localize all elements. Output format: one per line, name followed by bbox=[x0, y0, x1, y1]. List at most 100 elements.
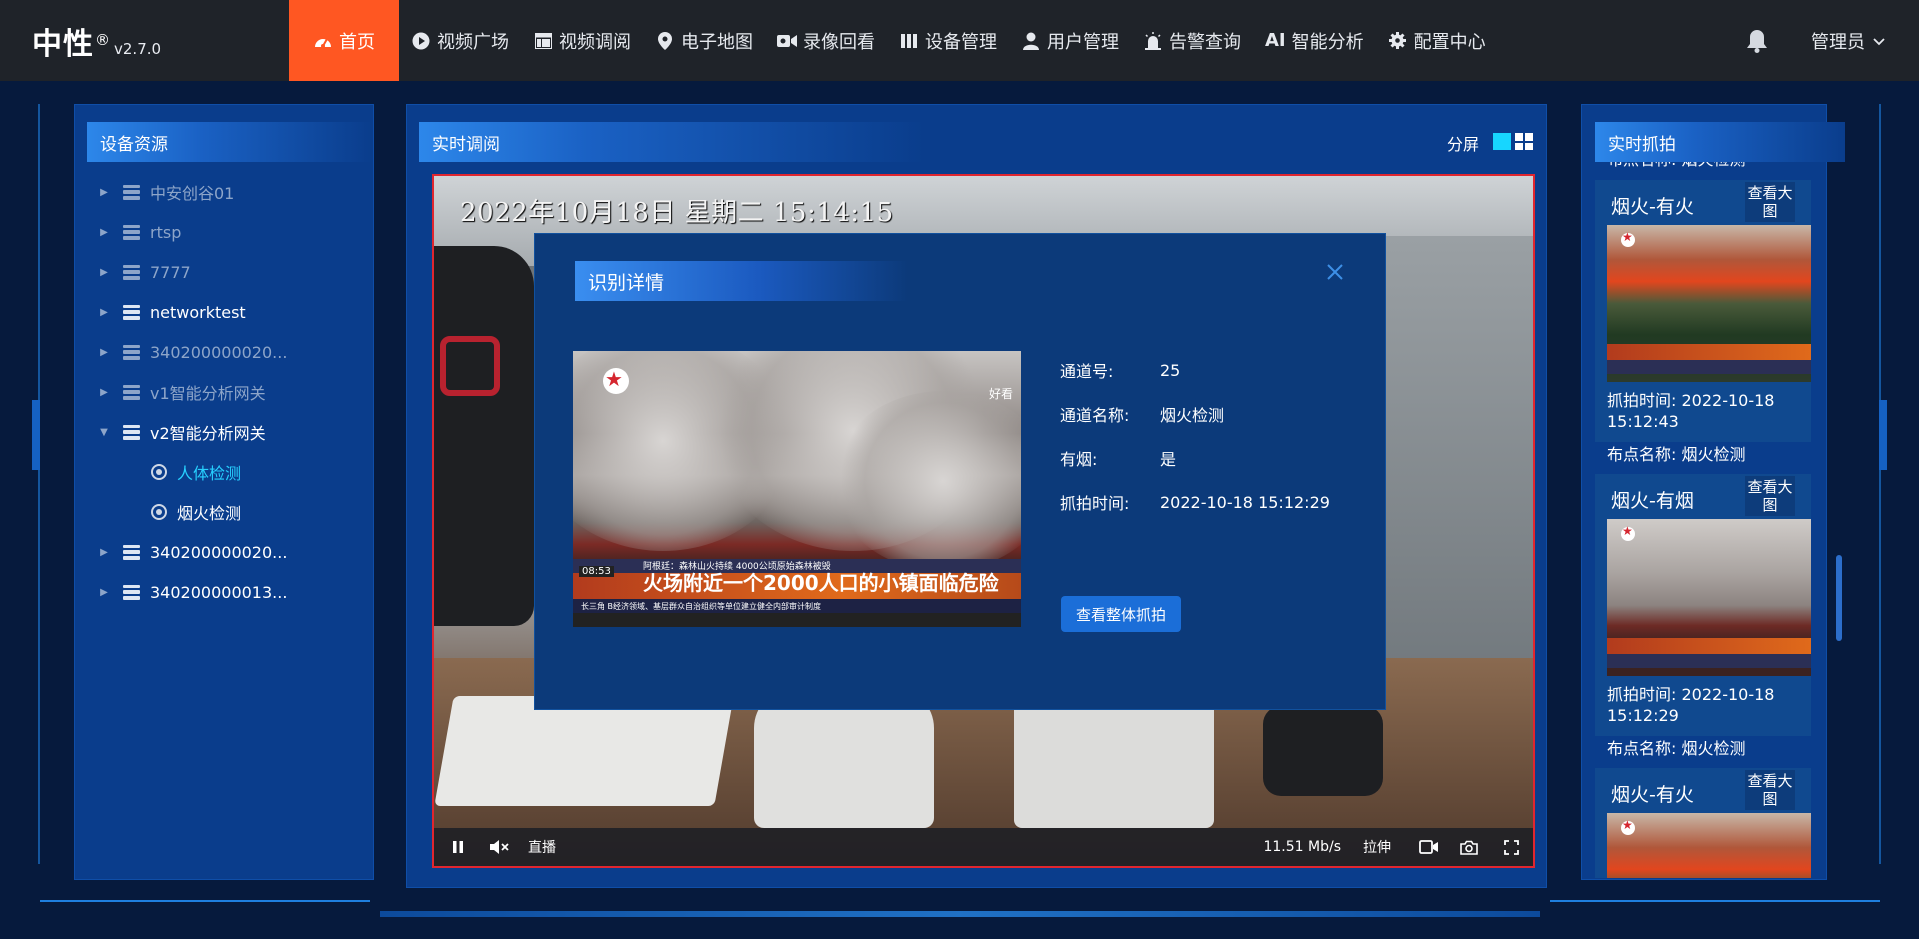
video-scene-camera bbox=[754, 688, 934, 828]
news-time: 08:53 bbox=[579, 566, 614, 577]
nav-label: 设备管理 bbox=[925, 31, 997, 53]
nav-item-ai-analysis[interactable]: AI 智能分析 bbox=[1253, 0, 1376, 81]
tree-channel-human-detect[interactable]: 人体检测 bbox=[97, 452, 367, 492]
pause-button[interactable] bbox=[434, 828, 482, 866]
nav-item-playback[interactable]: 录像回看 bbox=[765, 0, 887, 81]
close-button[interactable] bbox=[1321, 258, 1349, 286]
tree-node[interactable]: ▶ 7777 bbox=[97, 252, 367, 292]
server-icon bbox=[123, 424, 140, 440]
server-icon bbox=[123, 584, 140, 600]
caret-right-icon: ▶ bbox=[100, 186, 108, 198]
device-icon bbox=[899, 31, 919, 51]
panel-title: 设备资源 bbox=[100, 134, 168, 155]
capture-time: 抓拍时间: 2022-10-18 15:12:43 bbox=[1607, 390, 1807, 432]
nav-item-device-mgmt[interactable]: 设备管理 bbox=[887, 0, 1009, 81]
nav-item-alarm-query[interactable]: 告警查询 bbox=[1131, 0, 1253, 81]
top-navigation-bar: 中性 ® v2.7.0 首页 视频广场 视频调阅 电子地图 录像回看 设备管理 … bbox=[0, 0, 1919, 81]
nav-item-config[interactable]: 配置中心 bbox=[1376, 0, 1498, 81]
server-icon bbox=[123, 384, 140, 400]
watermark-text: 好看 bbox=[988, 387, 1013, 401]
capture-thumbnail[interactable] bbox=[1607, 519, 1811, 676]
table-icon bbox=[533, 31, 553, 51]
nav-label: 用户管理 bbox=[1047, 31, 1119, 53]
field-label: 有烟: bbox=[1060, 450, 1098, 469]
capture-thumbnail[interactable] bbox=[1607, 225, 1811, 382]
record-button[interactable] bbox=[1409, 828, 1449, 866]
caret-right-icon: ▶ bbox=[100, 586, 108, 598]
camera-icon bbox=[151, 504, 167, 520]
capture-site: 布点名称: 烟火检测 bbox=[1607, 738, 1746, 759]
tv-station-logo bbox=[603, 367, 629, 394]
frame-line-bottom-left bbox=[40, 900, 370, 902]
view-large-image-button[interactable]: 查看大图 bbox=[1745, 770, 1795, 810]
frame-line-bottom-right bbox=[1550, 900, 1880, 902]
tv-station-logo bbox=[1621, 524, 1635, 541]
gear-icon bbox=[1388, 31, 1408, 51]
nav-item-user-mgmt[interactable]: 用户管理 bbox=[1009, 0, 1131, 81]
capture-card-title: 烟火-有火 bbox=[1611, 196, 1694, 218]
ai-icon: AI bbox=[1265, 30, 1286, 51]
nav-label: 首页 bbox=[339, 31, 375, 53]
user-menu[interactable]: 管理员 bbox=[1787, 28, 1919, 54]
tv-station-logo bbox=[1621, 818, 1635, 835]
frame-line-left bbox=[38, 104, 40, 864]
tree-node[interactable]: ▶ 中安创谷01 bbox=[97, 172, 367, 212]
fullscreen-button[interactable] bbox=[1489, 828, 1533, 866]
tree-node[interactable]: ▶ 340200000020... bbox=[97, 532, 367, 572]
device-tree: ▶ 中安创谷01 ▶ rtsp ▶ 7777 ▶ networktest ▶ 3… bbox=[97, 172, 367, 612]
view-large-image-button[interactable]: 查看大图 bbox=[1745, 476, 1795, 516]
tree-node[interactable]: ▶ 340200000013... bbox=[97, 572, 367, 612]
field-label: 通道号: bbox=[1060, 362, 1114, 381]
nav-label: 智能分析 bbox=[1291, 31, 1364, 53]
dashboard-icon bbox=[313, 31, 333, 51]
main-nav: 首页 视频广场 视频调阅 电子地图 录像回看 设备管理 用户管理 告警查询 AI… bbox=[289, 0, 1498, 81]
view-full-capture-button[interactable]: 查看整体抓拍 bbox=[1061, 596, 1181, 632]
video-camera-icon bbox=[777, 31, 797, 51]
capture-list-scrollbar[interactable] bbox=[1836, 555, 1842, 641]
nav-right: 管理员 bbox=[1727, 0, 1919, 81]
field-capture-time: 抓拍时间: 2022-10-18 15:12:29 bbox=[1060, 480, 1330, 524]
caret-right-icon: ▶ bbox=[100, 346, 108, 358]
brand-name: 中性 bbox=[32, 26, 94, 62]
tree-node-expanded[interactable]: ▼ v2智能分析网关 bbox=[97, 412, 367, 452]
capture-time: 抓拍时间: 2022-10-18 15:12:29 bbox=[1607, 684, 1807, 726]
capture-site-value: 烟火检测 bbox=[1681, 739, 1746, 758]
realtime-capture-header: 实时抓拍 bbox=[1595, 122, 1845, 162]
capture-card: 烟火-有火 查看大图 抓拍时间: 2022-10-18 15:12:43 布点名… bbox=[1595, 180, 1811, 464]
field-value: 是 bbox=[1160, 450, 1177, 469]
notification-bell-icon[interactable] bbox=[1727, 0, 1787, 81]
snapshot-button[interactable] bbox=[1449, 828, 1489, 866]
tv-station-logo bbox=[1621, 230, 1635, 247]
tree-channel-label: 人体检测 bbox=[177, 464, 242, 483]
nav-label: 电子地图 bbox=[681, 31, 753, 53]
tree-node-label: networktest bbox=[150, 302, 246, 322]
nav-item-video-square[interactable]: 视频广场 bbox=[399, 0, 521, 81]
user-icon bbox=[1021, 31, 1041, 51]
capture-thumbnail[interactable] bbox=[1607, 813, 1811, 878]
tree-node[interactable]: ▶ 340200000020... bbox=[97, 332, 367, 372]
stretch-button[interactable]: 拉伸 bbox=[1363, 828, 1409, 866]
split-2x2-button[interactable] bbox=[1515, 133, 1533, 150]
video-scene-glass-wall bbox=[1383, 236, 1533, 706]
nav-item-home[interactable]: 首页 bbox=[289, 0, 399, 81]
tree-node[interactable]: ▶ v1智能分析网关 bbox=[97, 372, 367, 412]
mute-button[interactable] bbox=[482, 828, 516, 866]
tree-channel-fire-detect[interactable]: 烟火检测 bbox=[97, 492, 367, 532]
nav-item-video-view[interactable]: 视频调阅 bbox=[521, 0, 643, 81]
tree-node-label: v1智能分析网关 bbox=[150, 384, 266, 403]
server-icon bbox=[123, 184, 140, 200]
tree-node[interactable]: ▶ rtsp bbox=[97, 212, 367, 252]
field-has-smoke: 有烟: 是 bbox=[1060, 436, 1330, 480]
tree-node[interactable]: ▶ networktest bbox=[97, 292, 367, 332]
user-name: 管理员 bbox=[1811, 31, 1865, 53]
nav-item-map[interactable]: 电子地图 bbox=[643, 0, 765, 81]
brand: 中性 ® v2.7.0 bbox=[0, 19, 289, 63]
close-icon bbox=[1327, 264, 1343, 280]
tree-channel-label: 烟火检测 bbox=[177, 504, 242, 523]
chevron-down-icon bbox=[1873, 30, 1885, 51]
split-1x1-button[interactable] bbox=[1493, 133, 1511, 150]
video-osd-timestamp: 2022年10月18日 星期二 15:14:15 bbox=[460, 198, 894, 228]
capture-site-label: 布点名称: bbox=[1607, 445, 1677, 464]
camera-icon bbox=[151, 464, 167, 480]
view-large-image-button[interactable]: 查看大图 bbox=[1745, 182, 1795, 222]
